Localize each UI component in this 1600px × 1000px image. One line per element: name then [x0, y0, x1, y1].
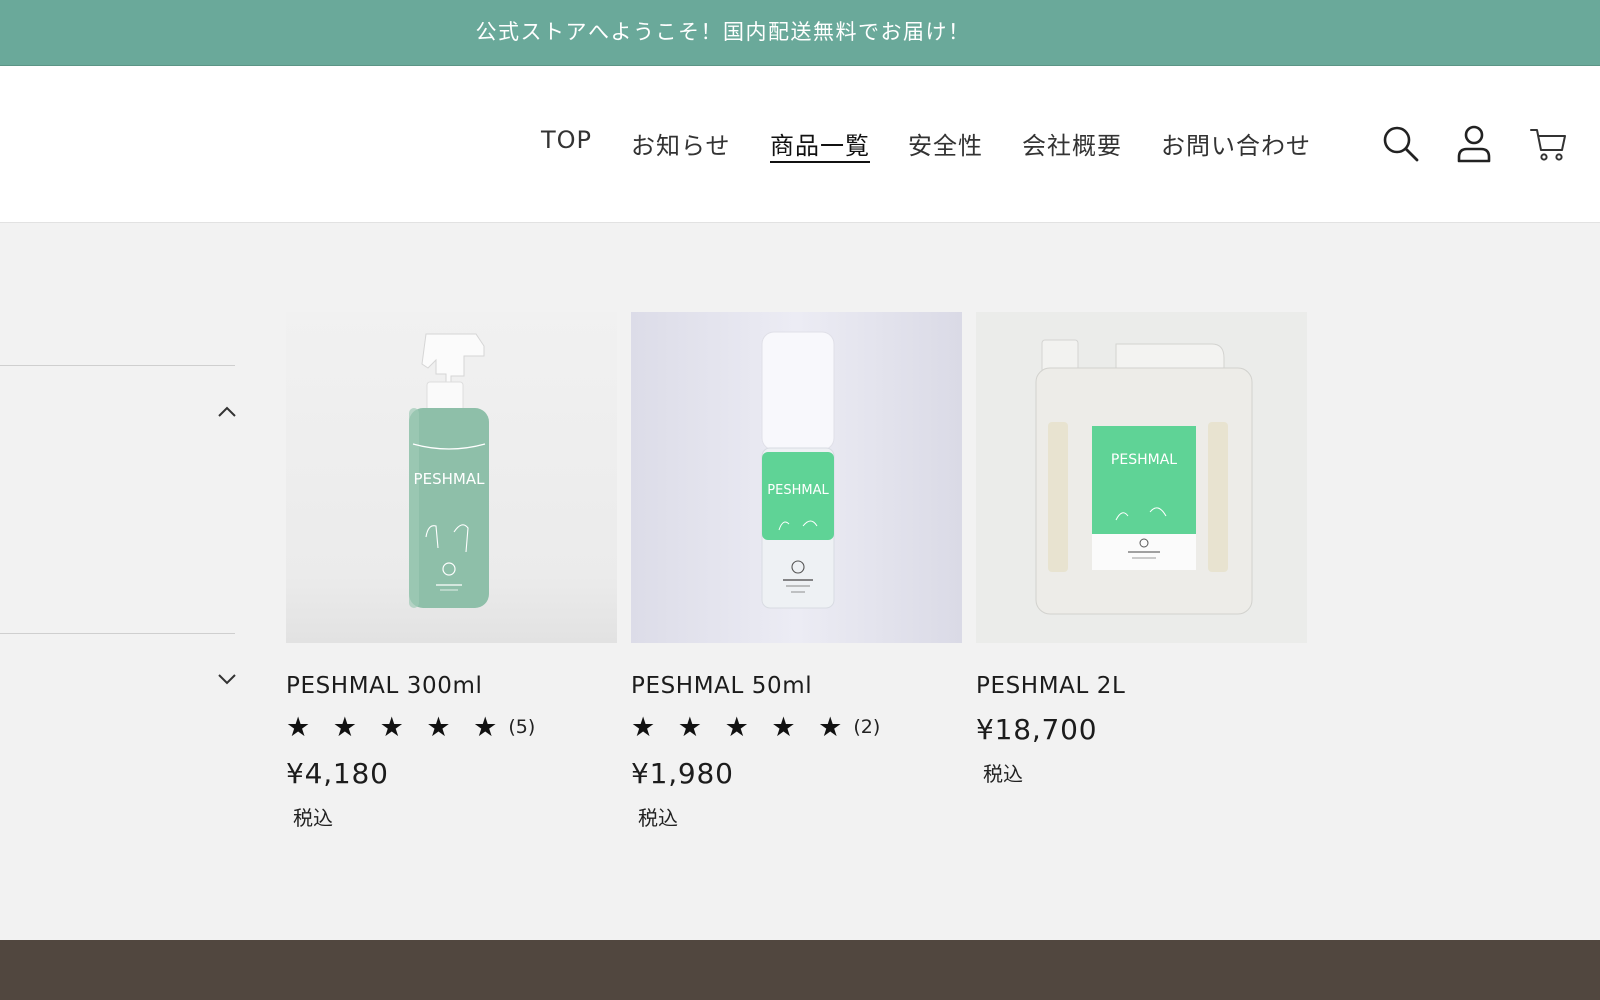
product-image[interactable]: PESHMAL [631, 312, 962, 643]
site-footer [0, 940, 1600, 1000]
product-title[interactable]: PESHMAL 300ml [286, 673, 617, 699]
product-logo: PESHMAL [1111, 452, 1177, 468]
rating-stars: ★ ★ ★ ★ ★ [286, 711, 505, 743]
nav-item-top[interactable]: TOP [541, 126, 592, 154]
product-rating: ★ ★ ★ ★ ★ (2) [631, 709, 962, 745]
tax-label: 税込 [293, 806, 333, 830]
product-title[interactable]: PESHMAL 2L [976, 673, 1307, 699]
chevron-down-icon[interactable] [216, 672, 238, 686]
review-count: (5) [508, 716, 536, 738]
product-title[interactable]: PESHMAL 50ml [631, 673, 962, 699]
nav-item-safety[interactable]: 安全性 [908, 126, 983, 161]
product-price: ¥4,180 [286, 757, 389, 790]
product-rating: ★ ★ ★ ★ ★ (5) [286, 709, 617, 745]
product-card[interactable]: PESHMAL PESHMAL 2L ¥18,700 税込 [976, 312, 1307, 787]
nav-item-products[interactable]: 商品一覧 [770, 126, 870, 161]
cart-icon[interactable] [1529, 124, 1569, 164]
tax-label: 税込 [983, 762, 1023, 786]
announcement-bar: 公式ストアへようこそ！国内配送無料でお届け！ [0, 0, 1600, 66]
nav-item-company[interactable]: 会社概要 [1022, 126, 1122, 161]
filter-divider [0, 365, 235, 366]
chevron-up-icon[interactable] [216, 405, 238, 419]
announcement-text: 公式ストアへようこそ！国内配送無料でお届け！ [475, 20, 971, 44]
rating-stars: ★ ★ ★ ★ ★ [631, 711, 850, 743]
product-logo: PESHMAL [767, 483, 829, 498]
tax-label: 税込 [638, 806, 678, 830]
site-header: TOP お知らせ 商品一覧 安全性 会社概要 お問い合わせ [0, 66, 1600, 223]
search-icon[interactable] [1381, 124, 1421, 164]
product-card[interactable]: PESHMAL PESHMAL 50ml ★ ★ ★ ★ ★ (2) ¥1,98… [631, 312, 962, 831]
product-logo: PESHMAL [414, 470, 486, 488]
review-count: (2) [853, 716, 881, 738]
product-image[interactable]: PESHMAL [976, 312, 1307, 643]
filter-divider [0, 633, 235, 634]
product-image[interactable]: PESHMAL [286, 312, 617, 643]
nav-item-contact[interactable]: お問い合わせ [1161, 126, 1311, 161]
account-icon[interactable] [1454, 123, 1494, 163]
nav-item-news[interactable]: お知らせ [631, 126, 731, 161]
product-card[interactable]: PESHMAL PESHMAL 300ml ★ ★ ★ ★ ★ (5) ¥4,1… [286, 312, 617, 831]
product-price: ¥18,700 [976, 713, 1098, 746]
product-price: ¥1,980 [631, 757, 734, 790]
